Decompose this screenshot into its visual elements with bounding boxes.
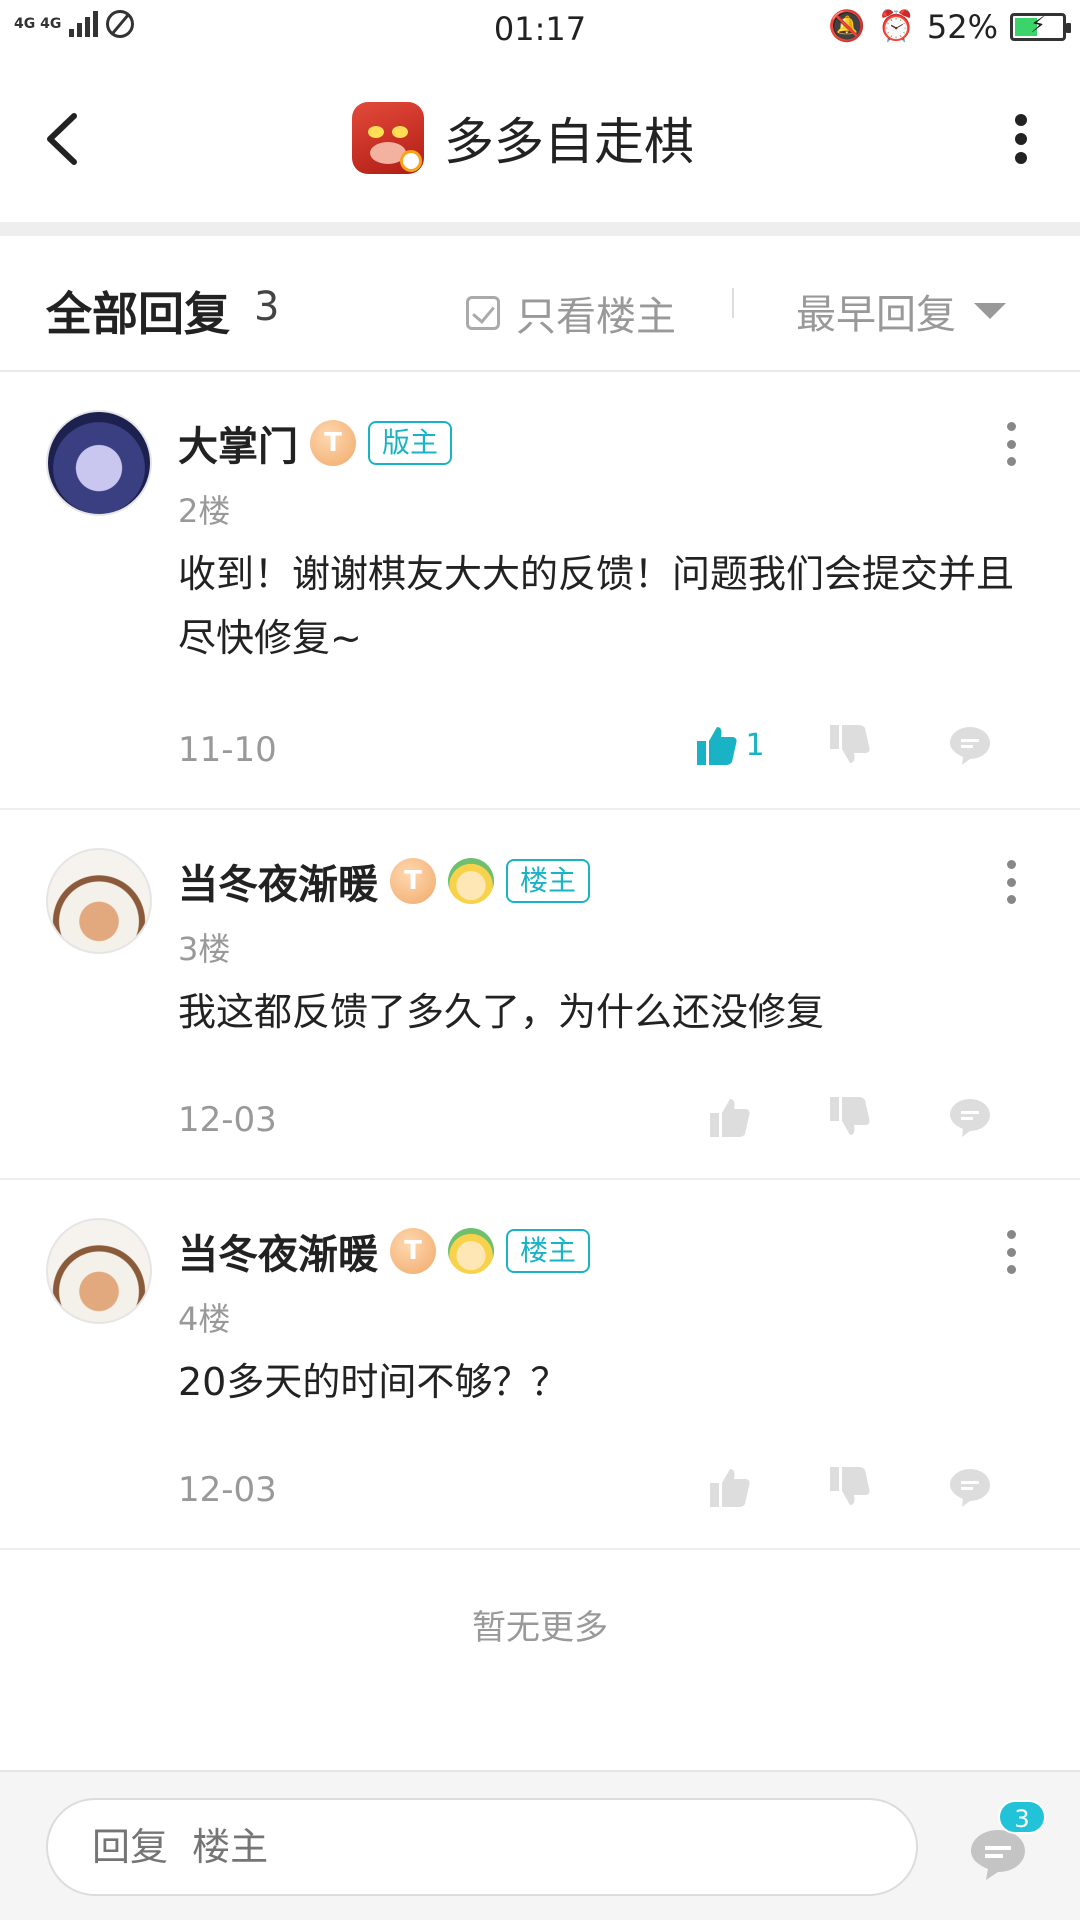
author-name[interactable]: 当冬夜渐暖 bbox=[178, 1222, 378, 1280]
reply-more-button[interactable] bbox=[1006, 422, 1016, 466]
thumbs-down-icon bbox=[830, 1467, 870, 1505]
author-name[interactable]: 当冬夜渐暖 bbox=[178, 852, 378, 910]
reply-date: 11-10 bbox=[178, 730, 277, 770]
comment-bubble-icon bbox=[971, 1830, 1025, 1880]
reply-item: 大掌门 T 版主 2楼 收到！谢谢棋友大大的反馈！问题我们会提交并且尽快修复~ … bbox=[0, 372, 1080, 810]
replies-filter-bar: 全部回复 3 只看楼主 最早回复 bbox=[0, 236, 1080, 372]
level-badge-icon: T bbox=[390, 1228, 436, 1274]
comment-bubble-icon bbox=[950, 1099, 990, 1137]
dropdown-arrow-icon bbox=[974, 303, 1006, 319]
sort-label: 最早回复 bbox=[796, 292, 956, 338]
divider bbox=[732, 288, 734, 318]
reply-more-button[interactable] bbox=[1006, 860, 1016, 904]
more-options-button[interactable] bbox=[1014, 114, 1028, 164]
only-op-toggle[interactable]: 只看楼主 bbox=[466, 284, 676, 342]
section-divider bbox=[0, 222, 1080, 236]
floor-number: 3楼 bbox=[178, 930, 231, 968]
bottom-reply-bar: 3 bbox=[0, 1770, 1080, 1920]
floor-number: 4楼 bbox=[178, 1300, 231, 1338]
bell-muted-icon: 🔕 bbox=[828, 9, 866, 44]
reply-content: 收到！谢谢棋友大大的反馈！问题我们会提交并且尽快修复~ bbox=[178, 552, 1015, 660]
dot-icon bbox=[1015, 114, 1027, 126]
author-row: 当冬夜渐暖 T 楼主 bbox=[178, 852, 591, 910]
dislike-button[interactable] bbox=[790, 1462, 910, 1512]
battery-percent: 52% bbox=[926, 8, 998, 46]
avatar[interactable] bbox=[46, 410, 152, 516]
charging-icon: ⚡ bbox=[1030, 13, 1046, 38]
author-row: 当冬夜渐暖 T 楼主 bbox=[178, 1222, 591, 1280]
checkbox-icon bbox=[466, 296, 500, 330]
comment-bubble-icon bbox=[950, 1469, 990, 1507]
dislike-button[interactable] bbox=[790, 720, 910, 770]
like-button[interactable]: 1 bbox=[670, 720, 790, 770]
all-replies-title: 全部回复 bbox=[46, 287, 230, 341]
thumbs-down-icon bbox=[830, 1097, 870, 1135]
avatar[interactable] bbox=[46, 848, 152, 954]
comments-button[interactable] bbox=[968, 1826, 1028, 1882]
floor-number: 2楼 bbox=[178, 492, 231, 530]
role-tag: 版主 bbox=[368, 421, 453, 465]
author-name[interactable]: 大掌门 bbox=[178, 414, 298, 472]
reply-content: 20多天的时间不够？？ bbox=[178, 1360, 569, 1404]
reply-actions: 1 bbox=[670, 720, 1030, 770]
avatar[interactable] bbox=[46, 1218, 152, 1324]
battery-icon: ⚡ bbox=[1010, 13, 1071, 41]
level-badge-icon: T bbox=[310, 420, 356, 466]
sort-dropdown[interactable]: 最早回复 bbox=[796, 282, 1006, 340]
like-button[interactable] bbox=[670, 1462, 790, 1512]
level-badge-icon: T bbox=[390, 858, 436, 904]
top-app-bar: 多多自走棋 bbox=[0, 56, 1080, 222]
role-tag: 楼主 bbox=[506, 1229, 591, 1273]
comment-button[interactable] bbox=[910, 1462, 1030, 1512]
like-button[interactable] bbox=[670, 1092, 790, 1142]
reply-date: 12-03 bbox=[178, 1100, 277, 1140]
reply-content: 我这都反馈了多久了，为什么还没修复 bbox=[178, 990, 825, 1034]
forum-title-group[interactable]: 多多自走棋 bbox=[352, 102, 694, 174]
comment-count-badge: 3 bbox=[998, 1800, 1046, 1834]
reply-more-button[interactable] bbox=[1006, 1230, 1016, 1274]
author-row: 大掌门 T 版主 bbox=[178, 414, 453, 472]
reply-date: 12-03 bbox=[178, 1470, 277, 1510]
comment-bubble-icon bbox=[950, 727, 990, 765]
chevron-left-icon bbox=[47, 113, 77, 165]
comment-button[interactable] bbox=[910, 720, 1030, 770]
reply-input[interactable] bbox=[46, 1798, 918, 1896]
thumbs-up-icon bbox=[710, 1469, 750, 1507]
page-title: 多多自走棋 bbox=[444, 113, 694, 171]
no-more-text: 暂无更多 bbox=[472, 1608, 608, 1648]
thumbs-up-icon bbox=[697, 727, 738, 765]
game-logo-icon bbox=[352, 102, 424, 174]
back-button[interactable] bbox=[40, 110, 84, 168]
reply-actions bbox=[670, 1092, 1030, 1142]
mascot-badge-icon bbox=[448, 858, 494, 904]
status-right: 🔕 ⏰ 52% ⚡ bbox=[828, 8, 1071, 46]
status-bar: 4G 4G 01:17 🔕 ⏰ 52% ⚡ bbox=[0, 0, 1080, 56]
reply-item: 当冬夜渐暖 T 楼主 3楼 我这都反馈了多久了，为什么还没修复 12-03 bbox=[0, 810, 1080, 1180]
only-op-label: 只看楼主 bbox=[516, 294, 676, 340]
reply-actions bbox=[670, 1462, 1030, 1512]
dot-icon bbox=[1015, 152, 1027, 164]
like-count: 1 bbox=[745, 727, 765, 763]
dot-icon bbox=[1015, 133, 1027, 145]
reply-item: 当冬夜渐暖 T 楼主 4楼 20多天的时间不够？？ 12-03 bbox=[0, 1180, 1080, 1550]
role-tag: 楼主 bbox=[506, 859, 591, 903]
dislike-button[interactable] bbox=[790, 1092, 910, 1142]
comment-button[interactable] bbox=[910, 1092, 1030, 1142]
thumbs-down-icon bbox=[830, 725, 870, 763]
alarm-icon: ⏰ bbox=[877, 9, 915, 44]
reply-count: 3 bbox=[254, 284, 280, 330]
mascot-badge-icon bbox=[448, 1228, 494, 1274]
thumbs-up-icon bbox=[710, 1099, 750, 1137]
